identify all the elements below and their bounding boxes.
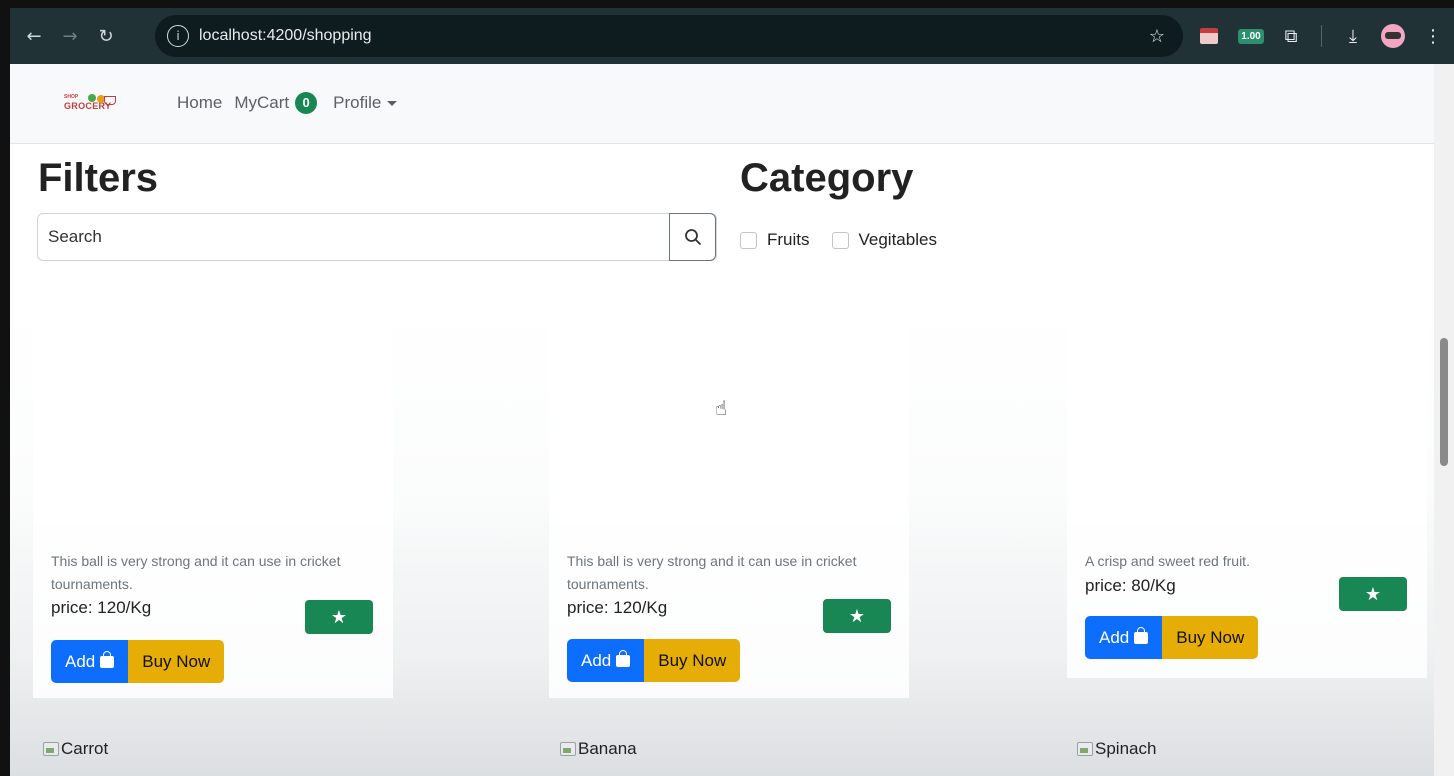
add-label: Add — [581, 650, 612, 670]
nav-links: Home MyCart 0 Profile — [177, 92, 398, 114]
category-options: Fruits Vegitables — [740, 230, 959, 250]
cart-count-badge: 0 — [295, 92, 318, 114]
broken-image-icon — [1077, 742, 1093, 756]
add-to-cart-button[interactable]: Add — [1085, 616, 1163, 659]
product-grid: This ball is very strong and it can use … — [10, 302, 1434, 776]
vegitables-label: Vegitables — [858, 230, 937, 249]
forward-icon[interactable]: → — [52, 26, 88, 47]
shopping-bag-icon — [1134, 626, 1149, 644]
product-description: A crisp and sweet red fruit. — [1085, 553, 1250, 569]
bookmark-star-icon[interactable]: ☆ — [1149, 26, 1165, 47]
back-icon[interactable]: ← — [16, 26, 52, 47]
buy-now-button[interactable]: Buy Now — [128, 640, 225, 683]
toolbar-divider — [1320, 8, 1322, 64]
download-icon[interactable]: ⤓ — [1340, 8, 1366, 64]
product-description: This ball is very strong and it can use … — [51, 553, 341, 592]
buy-now-button[interactable]: Buy Now — [644, 639, 741, 682]
product-description: This ball is very strong and it can use … — [567, 553, 857, 592]
search-icon — [684, 229, 701, 245]
card-actions: Add Buy Now — [567, 639, 741, 682]
shopping-bag-icon — [616, 649, 631, 667]
logo-top-text: SHOP — [64, 94, 79, 100]
broken-image-banana: Banana — [560, 739, 637, 759]
add-label: Add — [1099, 627, 1130, 647]
star-icon: ★ — [848, 605, 866, 627]
extension-badge: 1.00 — [1238, 28, 1264, 44]
grocery-logo[interactable]: SHOP GROCERY — [64, 94, 116, 114]
broken-image-icon — [560, 742, 576, 756]
search-button[interactable] — [669, 213, 716, 261]
profile-avatar[interactable] — [1378, 8, 1408, 64]
add-to-cart-button[interactable]: Add — [567, 639, 645, 682]
product-card: This ball is very strong and it can use … — [549, 308, 909, 698]
broken-image-spinach: Spinach — [1077, 739, 1156, 759]
calendar-extension-icon[interactable] — [1196, 8, 1222, 64]
product-card: A crisp and sweet red fruit. price: 80/K… — [1067, 308, 1427, 678]
nav-profile-dropdown[interactable]: Profile — [333, 93, 398, 113]
browser-menu-icon[interactable]: ⋮ — [1420, 8, 1446, 64]
fruits-label: Fruits — [767, 230, 810, 249]
image-alt-text: Spinach — [1095, 739, 1157, 758]
category-fruits[interactable]: Fruits — [740, 230, 810, 250]
broken-image-icon — [43, 742, 59, 756]
reload-icon[interactable]: ↻ — [88, 26, 124, 47]
page-viewport: SHOP GROCERY Home MyCart 0 Profile Filte… — [10, 64, 1454, 776]
vegitables-checkbox[interactable] — [831, 231, 849, 249]
product-price: price: 120/Kg — [567, 598, 668, 617]
page-scrollbar[interactable] — [1434, 64, 1454, 776]
product-card: This ball is very strong and it can use … — [33, 308, 393, 698]
product-price: price: 120/Kg — [51, 598, 152, 617]
shopping-bag-icon — [100, 650, 115, 668]
browser-toolbar: ← → ↻ i localhost:4200/shopping ☆ 1.00 ⧉… — [10, 8, 1454, 64]
hand-pointer-cursor-icon: ☝ — [715, 396, 728, 420]
add-label: Add — [65, 651, 96, 671]
site-navbar: SHOP GROCERY Home MyCart 0 Profile — [10, 64, 1454, 144]
category-heading: Category — [740, 156, 914, 200]
address-bar[interactable]: i localhost:4200/shopping ☆ — [155, 15, 1183, 57]
category-vegitables[interactable]: Vegitables — [831, 230, 937, 250]
url-text[interactable]: localhost:4200/shopping — [199, 27, 372, 45]
card-actions: Add Buy Now — [1085, 616, 1259, 659]
search-input[interactable] — [38, 214, 671, 260]
product-image — [549, 308, 909, 520]
nav-mycart-link[interactable]: MyCart — [234, 93, 289, 113]
star-icon: ★ — [1364, 583, 1382, 605]
favorite-button[interactable]: ★ — [1339, 577, 1407, 611]
site-info-icon[interactable]: i — [167, 25, 189, 47]
chevron-down-icon — [387, 101, 398, 107]
buy-now-button[interactable]: Buy Now — [1162, 616, 1259, 659]
product-image — [33, 308, 393, 520]
filters-heading: Filters — [38, 156, 159, 200]
scrollbar-thumb[interactable] — [1440, 338, 1448, 466]
favorite-button[interactable]: ★ — [823, 599, 891, 633]
favorite-button[interactable]: ★ — [305, 600, 373, 634]
search-group — [37, 213, 717, 261]
image-alt-text: Carrot — [61, 739, 109, 758]
nav-home-link[interactable]: Home — [177, 93, 222, 113]
star-icon: ★ — [330, 606, 348, 628]
profile-label: Profile — [333, 93, 382, 112]
fruits-checkbox[interactable] — [740, 231, 757, 249]
add-to-cart-button[interactable]: Add — [51, 640, 129, 683]
card-actions: Add Buy Now — [51, 640, 225, 683]
counter-extension-icon[interactable]: 1.00 — [1236, 8, 1266, 64]
product-price: price: 80/Kg — [1085, 576, 1176, 595]
extensions-puzzle-icon[interactable]: ⧉ — [1278, 8, 1304, 64]
product-image — [1067, 308, 1427, 520]
image-alt-text: Banana — [578, 739, 637, 758]
broken-image-carrot: Carrot — [43, 739, 108, 759]
